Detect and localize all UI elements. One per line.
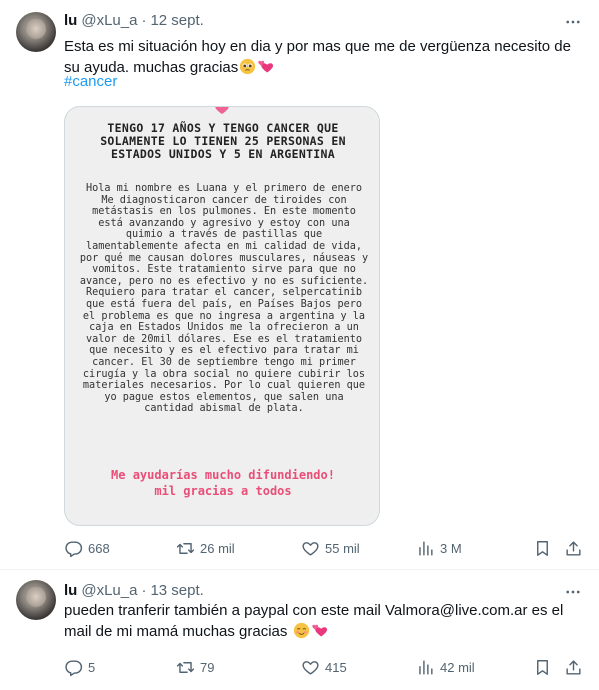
author-name[interactable]: lu (64, 582, 77, 599)
avatar[interactable] (16, 12, 56, 52)
smiling-face-icon (293, 622, 309, 639)
tweet-actions: 668 26 mil 55 mil 3 M (64, 538, 584, 558)
views-icon (419, 659, 433, 675)
heart-icon (215, 107, 229, 114)
bookmark-icon (537, 540, 548, 556)
share-button[interactable] (564, 658, 583, 677)
tweet-text: Esta es mi situación hoy en dia y por ma… (64, 36, 584, 78)
tweet-date[interactable]: 13 sept. (150, 582, 203, 599)
more-icon[interactable] (563, 582, 583, 602)
bookmark-button[interactable] (533, 658, 552, 677)
tweet-text-content: Esta es mi situación hoy en dia y por ma… (64, 38, 571, 76)
image-body: Hola mi nombre es Luana y el primero de … (79, 183, 369, 415)
share-icon (566, 540, 581, 556)
reply-button[interactable]: 5 (64, 658, 95, 677)
tweet-text: pueden tranferir también a paypal con es… (64, 600, 584, 642)
like-button[interactable]: 55 mil (301, 539, 360, 558)
like-count: 415 (325, 659, 347, 675)
author-handle[interactable]: @xLu_a (81, 12, 137, 29)
tweet-date[interactable]: 12 sept. (150, 12, 203, 29)
image-title: TENGO 17 AÑOS Y TENGO CANCER QUE SOLAMEN… (100, 121, 346, 161)
tweet-header: lu @xLu_a · 12 sept. (64, 10, 204, 30)
retweet-button[interactable]: 26 mil (176, 539, 235, 558)
views-count: 42 mil (440, 659, 475, 675)
more-icon[interactable] (563, 12, 583, 32)
pleading-face-icon (240, 58, 256, 75)
author-name[interactable]: lu (64, 12, 77, 29)
reply-count: 5 (88, 659, 96, 675)
reply-count: 668 (88, 540, 110, 556)
reply-icon (65, 659, 83, 676)
views-icon (419, 540, 433, 556)
tweet[interactable]: lu @xLu_a · 13 sept. pueden tranferir ta… (0, 570, 599, 690)
two-hearts-icon (311, 624, 327, 637)
share-button[interactable] (564, 539, 583, 558)
retweet-count: 26 mil (200, 540, 235, 556)
views-button[interactable]: 3 M (416, 539, 462, 558)
avatar[interactable] (16, 580, 56, 620)
tweet-actions: 5 79 415 42 mil (64, 657, 584, 677)
tweet[interactable]: lu @xLu_a · 12 sept. Esta es mi situació… (0, 0, 599, 570)
tweet-header: lu @xLu_a · 13 sept. (64, 580, 204, 600)
two-hearts-icon (258, 60, 274, 73)
reply-icon (65, 540, 83, 557)
share-icon (566, 659, 581, 675)
heart-icon (302, 660, 319, 675)
separator-dot: · (141, 11, 147, 29)
hashtag-link[interactable]: #cancer (64, 73, 117, 90)
retweet-icon (176, 542, 195, 554)
heart-icon (302, 541, 319, 556)
retweet-icon (176, 661, 195, 673)
tweet-image[interactable]: TENGO 17 AÑOS Y TENGO CANCER QUE SOLAMEN… (64, 106, 380, 526)
views-button[interactable]: 42 mil (416, 658, 475, 677)
like-button[interactable]: 415 (301, 658, 347, 677)
bookmark-button[interactable] (533, 539, 552, 558)
reply-button[interactable]: 668 (64, 539, 110, 558)
author-handle[interactable]: @xLu_a (81, 582, 137, 599)
image-footer: Me ayudarías mucho difundiendo! mil grac… (111, 468, 335, 498)
bookmark-icon (537, 659, 548, 675)
retweet-button[interactable]: 79 (176, 658, 214, 677)
retweet-count: 79 (200, 659, 215, 675)
views-count: 3 M (440, 540, 462, 556)
separator-dot: · (141, 581, 147, 599)
like-count: 55 mil (325, 540, 360, 556)
